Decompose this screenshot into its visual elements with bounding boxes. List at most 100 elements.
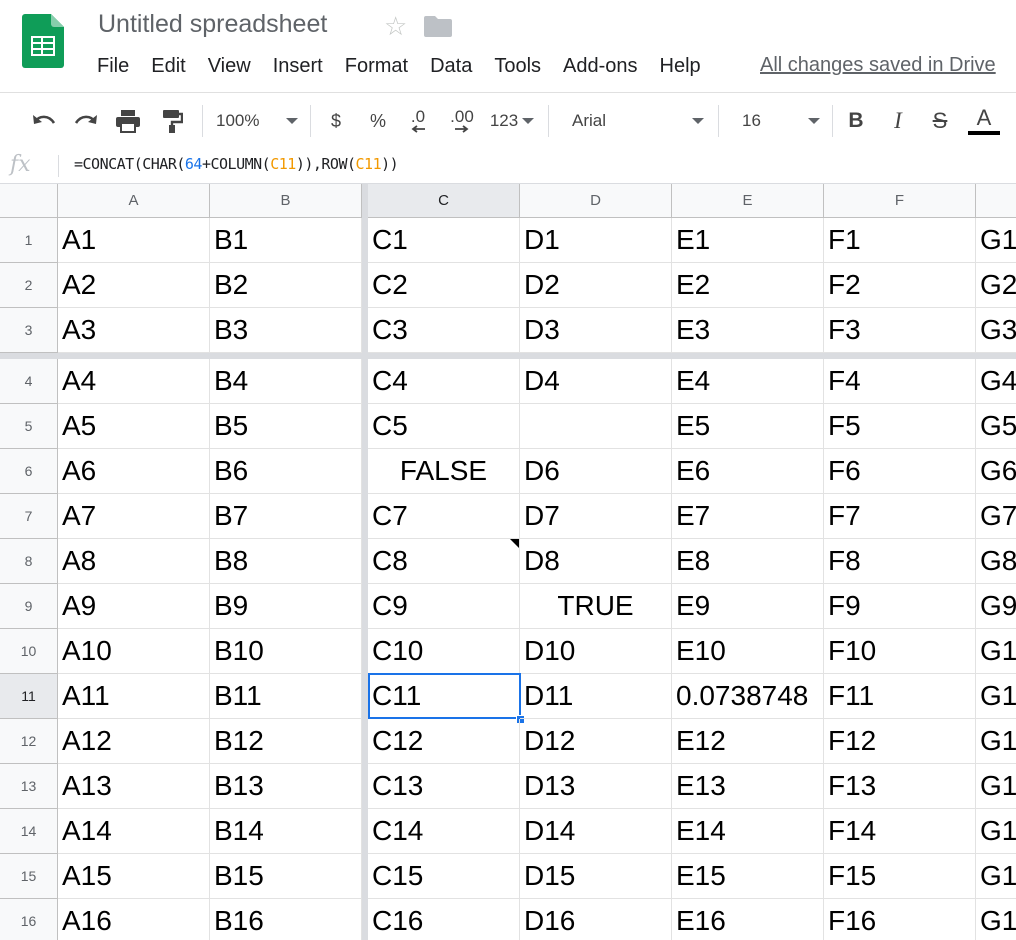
cell-e16[interactable]: E16 bbox=[672, 899, 824, 940]
frozen-row-divider[interactable] bbox=[0, 353, 1016, 359]
cell-f15[interactable]: F15 bbox=[824, 854, 976, 899]
cell-f14[interactable]: F14 bbox=[824, 809, 976, 854]
cell-f16[interactable]: F16 bbox=[824, 899, 976, 940]
cell-d16[interactable]: D16 bbox=[520, 899, 672, 940]
menu-edit[interactable]: Edit bbox=[140, 52, 196, 80]
cell-b13[interactable]: B13 bbox=[210, 764, 362, 809]
save-status-link[interactable]: All changes saved in Drive bbox=[760, 54, 996, 77]
cell-d3[interactable]: D3 bbox=[520, 308, 672, 353]
cell-b3[interactable]: B3 bbox=[210, 308, 362, 353]
folder-icon[interactable] bbox=[424, 14, 452, 38]
cell-e6[interactable]: E6 bbox=[672, 449, 824, 494]
menu-data[interactable]: Data bbox=[419, 52, 483, 80]
cell-f12[interactable]: F12 bbox=[824, 719, 976, 764]
cell-f4[interactable]: F4 bbox=[824, 359, 976, 404]
cell-g1[interactable]: G1 bbox=[976, 218, 1016, 263]
row-header-6[interactable]: 6 bbox=[0, 449, 58, 494]
cell-a8[interactable]: A8 bbox=[58, 539, 210, 584]
cell-c5[interactable]: C5 bbox=[368, 404, 520, 449]
cell-g3[interactable]: G3 bbox=[976, 308, 1016, 353]
cell-d1[interactable]: D1 bbox=[520, 218, 672, 263]
column-header-f[interactable]: F bbox=[824, 184, 976, 218]
cell-d15[interactable]: D15 bbox=[520, 854, 672, 899]
row-header-1[interactable]: 1 bbox=[0, 218, 58, 263]
row-header-10[interactable]: 10 bbox=[0, 629, 58, 674]
cell-d10[interactable]: D10 bbox=[520, 629, 672, 674]
text-color-button[interactable]: A bbox=[966, 93, 1002, 149]
cell-d5[interactable] bbox=[520, 404, 672, 449]
cell-d2[interactable]: D2 bbox=[520, 263, 672, 308]
cell-g2[interactable]: G2 bbox=[976, 263, 1016, 308]
row-header-14[interactable]: 14 bbox=[0, 809, 58, 854]
cell-c6[interactable]: FALSE bbox=[368, 449, 520, 494]
cell-f9[interactable]: F9 bbox=[824, 584, 976, 629]
percent-format-button[interactable]: % bbox=[364, 93, 392, 149]
cell-a5[interactable]: A5 bbox=[58, 404, 210, 449]
row-header-13[interactable]: 13 bbox=[0, 764, 58, 809]
cell-f10[interactable]: F10 bbox=[824, 629, 976, 674]
document-title[interactable]: Untitled spreadsheet bbox=[98, 10, 327, 39]
cell-g16[interactable]: G16 bbox=[976, 899, 1016, 940]
cell-a7[interactable]: A7 bbox=[58, 494, 210, 539]
column-header-c[interactable]: C bbox=[368, 184, 520, 218]
formula-input[interactable]: =CONCAT(CHAR(64+COLUMN(C11)),ROW(C11)) bbox=[74, 155, 399, 173]
cell-e12[interactable]: E12 bbox=[672, 719, 824, 764]
cell-d12[interactable]: D12 bbox=[520, 719, 672, 764]
redo-button[interactable] bbox=[70, 93, 102, 149]
cell-e8[interactable]: E8 bbox=[672, 539, 824, 584]
menu-tools[interactable]: Tools bbox=[483, 52, 552, 80]
cell-c2[interactable]: C2 bbox=[368, 263, 520, 308]
row-header-8[interactable]: 8 bbox=[0, 539, 58, 584]
cell-c16[interactable]: C16 bbox=[368, 899, 520, 940]
menu-view[interactable]: View bbox=[197, 52, 262, 80]
column-header-g[interactable]: G bbox=[976, 184, 1016, 218]
italic-button[interactable]: I bbox=[884, 93, 912, 149]
column-header-e[interactable]: E bbox=[672, 184, 824, 218]
row-header-9[interactable]: 9 bbox=[0, 584, 58, 629]
cell-e9[interactable]: E9 bbox=[672, 584, 824, 629]
font-size-select[interactable]: 16 bbox=[730, 93, 824, 149]
row-header-11[interactable]: 11 bbox=[0, 674, 58, 719]
cell-a1[interactable]: A1 bbox=[58, 218, 210, 263]
cell-a4[interactable]: A4 bbox=[58, 359, 210, 404]
cell-f11[interactable]: F11 bbox=[824, 674, 976, 719]
cell-g10[interactable]: G10 bbox=[976, 629, 1016, 674]
cell-b6[interactable]: B6 bbox=[210, 449, 362, 494]
sheets-logo-icon[interactable] bbox=[22, 14, 64, 68]
cell-b2[interactable]: B2 bbox=[210, 263, 362, 308]
cell-f1[interactable]: F1 bbox=[824, 218, 976, 263]
cell-e3[interactable]: E3 bbox=[672, 308, 824, 353]
cell-b9[interactable]: B9 bbox=[210, 584, 362, 629]
row-header-7[interactable]: 7 bbox=[0, 494, 58, 539]
cell-a14[interactable]: A14 bbox=[58, 809, 210, 854]
cell-e2[interactable]: E2 bbox=[672, 263, 824, 308]
cell-e4[interactable]: E4 bbox=[672, 359, 824, 404]
cell-c9[interactable]: C9 bbox=[368, 584, 520, 629]
cell-a16[interactable]: A16 bbox=[58, 899, 210, 940]
cell-g9[interactable]: G9 bbox=[976, 584, 1016, 629]
column-header-d[interactable]: D bbox=[520, 184, 672, 218]
cell-b1[interactable]: B1 bbox=[210, 218, 362, 263]
cell-b12[interactable]: B12 bbox=[210, 719, 362, 764]
cell-f13[interactable]: F13 bbox=[824, 764, 976, 809]
cell-f6[interactable]: F6 bbox=[824, 449, 976, 494]
increase-decimal-button[interactable]: .00 bbox=[444, 93, 480, 149]
cell-e10[interactable]: E10 bbox=[672, 629, 824, 674]
cell-f5[interactable]: F5 bbox=[824, 404, 976, 449]
cell-e11[interactable]: 0.0738748 bbox=[672, 674, 824, 719]
star-icon[interactable]: ☆ bbox=[384, 12, 407, 40]
cell-c10[interactable]: C10 bbox=[368, 629, 520, 674]
cell-e15[interactable]: E15 bbox=[672, 854, 824, 899]
cell-g15[interactable]: G15 bbox=[976, 854, 1016, 899]
decrease-decimal-button[interactable]: .0 bbox=[402, 93, 434, 149]
cell-c12[interactable]: C12 bbox=[368, 719, 520, 764]
column-header-b[interactable]: B bbox=[210, 184, 362, 218]
cell-g4[interactable]: G4 bbox=[976, 359, 1016, 404]
menu-addons[interactable]: Add-ons bbox=[552, 52, 649, 80]
row-header-15[interactable]: 15 bbox=[0, 854, 58, 899]
row-header-12[interactable]: 12 bbox=[0, 719, 58, 764]
cell-c4[interactable]: C4 bbox=[368, 359, 520, 404]
row-header-4[interactable]: 4 bbox=[0, 359, 58, 404]
strikethrough-button[interactable]: S bbox=[926, 93, 954, 149]
cell-a3[interactable]: A3 bbox=[58, 308, 210, 353]
